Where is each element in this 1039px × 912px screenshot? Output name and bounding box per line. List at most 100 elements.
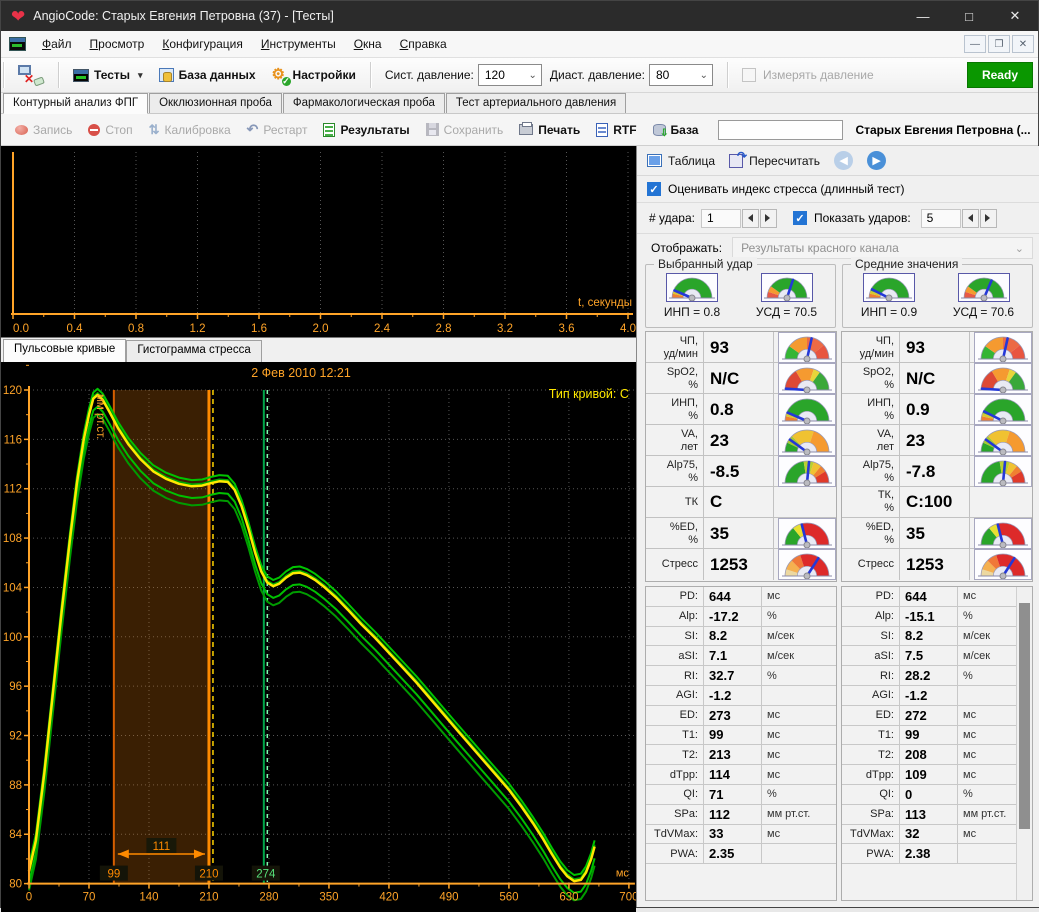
measure-value: -17.2 [704,607,762,626]
measure-value: 208 [900,745,958,764]
parameter-gauge [970,332,1032,363]
gauge-va [779,426,835,455]
tab-3[interactable]: Тест артериального давления [446,93,626,113]
show-beats-increment-button[interactable] [980,209,997,228]
tests-button[interactable]: Тесты ▾ [65,64,151,86]
table-button[interactable]: Таблица [647,154,715,168]
gauge-hr [779,333,835,362]
device-connection-button[interactable]: ✕ [10,61,52,89]
show-beats-decrement-button[interactable] [962,209,979,228]
minimize-button[interactable]: — [900,1,946,31]
measure-label: T1: [842,726,900,745]
measure-value: 28.2 [900,666,958,685]
measure-unit: мс [762,590,836,602]
menu-справка[interactable]: Справка [391,33,456,55]
measure-unit: % [958,610,1016,622]
menu-окна[interactable]: Окна [345,33,391,55]
results-button[interactable]: Результаты [315,120,417,140]
menu-конфигурация[interactable]: Конфигурация [153,33,252,55]
tests-window-icon [73,69,89,82]
svg-text:210: 210 [199,892,218,904]
measure-label: QI: [646,785,704,804]
measure-unit: мс [958,769,1016,781]
svg-text:104: 104 [3,582,23,594]
svg-text:100: 100 [3,632,22,644]
database-button[interactable]: База данных [151,64,264,86]
chevron-down-icon: ⌄ [528,70,536,81]
sys-pressure-combobox[interactable]: 120⌄ [478,64,542,86]
measure-row: RI:28.2% [842,666,1016,686]
menu-файл[interactable]: Файл [33,33,81,55]
tab-0[interactable]: Контурный анализ ФПГ [3,93,148,114]
maximize-button[interactable]: □ [946,1,992,31]
previous-arrow-button[interactable]: ◀ [834,151,853,170]
measure-row: SPa:112мм рт.ст. [646,805,836,825]
search-input[interactable] [718,120,843,140]
measure-value: 114 [704,765,762,784]
measure-unit: мс [762,729,836,741]
recalculate-button[interactable]: Пересчитать [729,154,820,168]
show-beats-checkbox[interactable]: ✓ [793,211,807,225]
measure-label: AGI: [842,686,900,705]
rtf-button[interactable]: RTF [588,120,644,140]
mini-gauge: УСД = 70.6 [953,273,1014,319]
measure-label: SPa: [842,805,900,824]
result-row: %ED,%35 [646,518,836,549]
title-bar: ❤ AngioCode: Старых Евгения Петровна (37… [1,1,1038,31]
measure-unit: % [958,788,1016,800]
result-row: ТКC [646,487,836,518]
beat-decrement-button[interactable] [742,209,759,228]
display-channel-dropdown[interactable]: Результаты красного канала ⌄ [732,237,1033,259]
mdi-restore-button[interactable]: ❐ [988,35,1010,53]
parameter-gauge [970,394,1032,425]
mdi-close-button[interactable]: ✕ [1012,35,1034,53]
svg-text:210: 210 [199,869,218,881]
measure-row: T1:99мс [842,726,1016,746]
pulse-curves-chart[interactable]: 8084889296100104108112116120070140210280… [1,362,636,912]
mini-gauge: ИНП = 0.9 [861,273,917,319]
chevron-down-icon: ⌄ [1015,242,1024,255]
ready-button[interactable]: Ready [967,62,1033,88]
menu-инструменты[interactable]: Инструменты [252,33,345,55]
show-beats-input[interactable]: 5 [921,209,961,228]
chart-tab-0[interactable]: Пульсовые кривые [3,339,126,362]
mdi-minimize-button[interactable]: — [964,35,986,53]
average-values-group: Средние значения ИНП = 0.9УСД = 70.6 [842,264,1033,328]
result-row: SpO2,%N/C [842,363,1032,394]
measure-label: AGI: [646,686,704,705]
measure-unit: мс [958,709,1016,721]
chart-tab-1[interactable]: Гистограмма стресса [126,340,261,362]
next-arrow-button[interactable]: ▶ [867,151,886,170]
tab-1[interactable]: Окклюзионная проба [149,93,282,113]
measure-value: 32.7 [704,666,762,685]
device-disconnected-icon: ✕ [18,65,44,85]
measure-pressure-checkbox[interactable] [742,68,756,82]
parameter-gauge [970,456,1032,487]
tab-2[interactable]: Фармакологическая проба [283,93,445,113]
measure-row: SI:8.2м/сек [842,627,1016,647]
stop-button: Стоп [80,120,140,140]
beat-number-input[interactable]: 1 [701,209,741,228]
measure-value: 644 [900,587,958,606]
scrollbar[interactable] [1016,587,1032,900]
stress-index-checkbox[interactable]: ✓ [647,182,661,196]
menu-просмотр[interactable]: Просмотр [81,33,154,55]
results-toolbar: Таблица Пересчитать ◀ ▶ [637,146,1039,176]
scrollbar-thumb[interactable] [1019,603,1030,829]
beat-increment-button[interactable] [760,209,777,228]
measure-value: 0 [900,785,958,804]
settings-button[interactable]: ⚙ Настройки [264,63,364,87]
recalculate-icon [729,154,743,168]
measure-unit: % [762,610,836,622]
chevron-down-icon[interactable]: ▾ [138,70,143,81]
close-button[interactable]: ✕ [992,1,1038,31]
measure-value: 99 [900,726,958,745]
dia-pressure-combobox[interactable]: 80⌄ [649,64,713,86]
time-strip-chart[interactable]: 0.00.40.81.21.62.02.42.83.23.64.0t, секу… [1,146,636,338]
gauge-stress [779,550,835,579]
svg-text:116: 116 [4,434,22,446]
print-button[interactable]: Печать [511,120,588,140]
svg-text:0.4: 0.4 [67,323,84,335]
parameter-gauge [970,549,1032,580]
base-button[interactable]: База [645,120,707,140]
